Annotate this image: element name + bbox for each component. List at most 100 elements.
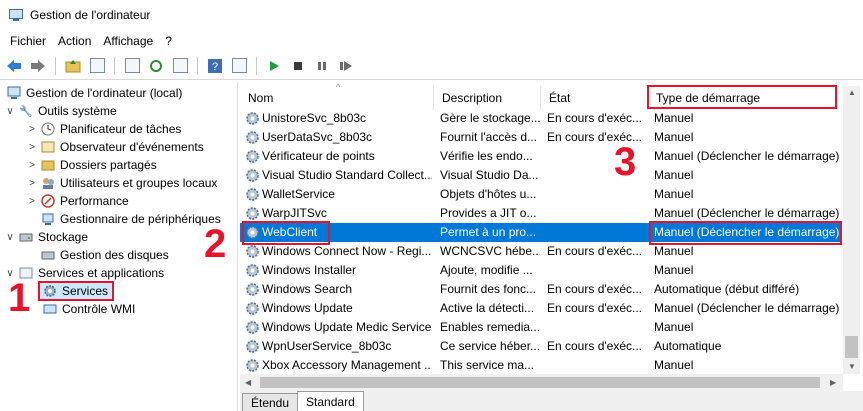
tab-extended[interactable]: Étendu (242, 393, 299, 411)
tree-item-device-manager[interactable]: Gestionnaire de périphériques (38, 210, 221, 228)
tree-item-users-groups[interactable]: > Utilisateurs et groupes locaux (26, 174, 217, 192)
cell-type: Manuel (654, 263, 694, 277)
scroll-left-icon[interactable]: ◀ (245, 378, 251, 387)
table-row[interactable]: WebClient Permet à un pro... Manuel (Décle… (240, 223, 840, 242)
column-label: État (549, 91, 571, 105)
column-label: Type de démarrage (656, 91, 761, 105)
tree-item-task-scheduler[interactable]: > Planificateur de tâches (26, 120, 181, 138)
table-row[interactable]: UserDataSvc_8b03c Fournit l'accès d... En … (240, 128, 840, 147)
play-icon[interactable] (264, 56, 284, 76)
table-row[interactable]: Xbox Accessory Management ... This servic… (240, 356, 840, 375)
cell-description: Objets d'hôtes u... (440, 187, 537, 201)
tree-item-services[interactable]: Services (38, 281, 115, 301)
chevron-right-icon[interactable]: > (26, 124, 38, 135)
cell-type: Manuel (654, 320, 694, 334)
tree-item-event-viewer[interactable]: > Observateur d'événements (26, 138, 204, 156)
table-row[interactable]: Vérificateur de points Vérifie les endo..… (240, 147, 840, 166)
up-folder-icon[interactable] (63, 56, 83, 76)
chevron-right-icon[interactable]: > (26, 196, 38, 207)
chevron-down-icon[interactable]: ∨ (4, 232, 16, 243)
callout-number: 3 (614, 140, 637, 184)
toolbar-separator (114, 56, 115, 75)
tree-item-shared-folders[interactable]: > Dossiers partagés (26, 156, 157, 174)
scroll-right-icon[interactable]: ▶ (830, 378, 836, 387)
cell-description: Ce service héber... (440, 339, 540, 353)
chevron-down-icon[interactable]: ∨ (4, 106, 16, 117)
table-row[interactable]: Windows Connect Now - Regi... WCNCSVC héb… (240, 242, 840, 261)
cell-name: UnistoreSvc_8b03c (262, 111, 367, 125)
forward-arrow-icon[interactable] (28, 56, 48, 76)
table-row[interactable]: Windows Update Active la détecti... En cou… (240, 299, 840, 318)
menu-help[interactable]: ? (159, 34, 178, 48)
menu-fichier[interactable]: Fichier (4, 34, 52, 48)
storage-icon (18, 229, 34, 245)
cell-type: Manuel (654, 244, 694, 258)
table-row[interactable]: Visual Studio Standard Collect... Visual … (240, 166, 840, 185)
tab-label: Standard (306, 394, 355, 409)
refresh-icon[interactable] (146, 56, 166, 76)
performance-icon (40, 193, 56, 209)
cell-type: Manuel (Déclencher le démarrage) (654, 206, 840, 220)
tree-storage[interactable]: ∨ Stockage (4, 228, 88, 246)
table-row[interactable]: Windows Search Fournit des fonc... En cour… (240, 280, 840, 299)
tree-item-wmi[interactable]: Contrôle WMI (40, 300, 135, 318)
chevron-right-icon[interactable]: > (26, 178, 38, 189)
scroll-down-icon[interactable]: ▼ (848, 362, 856, 371)
tree-item-label: Planificateur de tâches (60, 122, 182, 136)
column-header-startup-type[interactable]: Type de démarrage (648, 86, 843, 110)
column-header-name[interactable]: Nom (240, 86, 434, 110)
cell-name: Xbox Accessory Management ... (262, 358, 432, 372)
help-icon[interactable]: ? (205, 56, 225, 76)
tree-root[interactable]: Gestion de l'ordinateur (local) (4, 84, 182, 102)
svg-text:?: ? (212, 61, 218, 73)
table-row[interactable]: UnistoreSvc_8b03c Gère le stockage... En c… (240, 109, 840, 128)
tree-item-label: Contrôle WMI (62, 302, 136, 316)
table-row[interactable]: WpnUserService_8b03c Ce service héber... E… (240, 337, 840, 356)
cell-state: En cours d'exéc... (547, 301, 643, 315)
column-header-description[interactable]: Description (434, 86, 541, 110)
column-header-state[interactable]: État (541, 86, 648, 110)
toolbar-separator (55, 56, 56, 75)
cell-state (547, 356, 647, 375)
stop-icon[interactable] (288, 56, 308, 76)
cell-state (547, 261, 647, 280)
cell-name: Windows Installer (262, 263, 357, 277)
scroll-thumb[interactable] (260, 377, 820, 388)
horizontal-scrollbar[interactable]: ◀ ▶ (240, 374, 843, 391)
properties-icon[interactable] (122, 56, 142, 76)
cell-state: En cours d'exéc... (547, 111, 643, 125)
cell-type: Manuel (654, 168, 694, 182)
restart-icon[interactable] (336, 56, 356, 76)
disk-icon (40, 247, 56, 263)
show-hide-tree-icon[interactable] (87, 56, 107, 76)
tab-standard[interactable]: Standard (297, 391, 364, 411)
tree-item-label: Utilisateurs et groupes locaux (60, 176, 218, 190)
table-row[interactable]: Windows Update Medic Service Enables reme… (240, 318, 840, 337)
wmi-icon (42, 301, 58, 317)
cell-description: Ajoute, modifie ... (440, 263, 533, 277)
table-row[interactable]: WalletService Objets d'hôtes u... Manuel (240, 185, 840, 204)
vertical-scrollbar[interactable]: ▲ ▼ (843, 86, 860, 374)
menu-action[interactable]: Action (52, 34, 97, 48)
tree-item-label: Dossiers partagés (60, 158, 157, 172)
export-list-icon[interactable] (170, 56, 190, 76)
cell-state: En cours d'exéc... (547, 282, 643, 296)
back-arrow-icon[interactable] (4, 56, 24, 76)
table-row[interactable]: Windows Installer Ajoute, modifie ... Manu… (240, 261, 840, 280)
cell-state: En cours d'exéc... (547, 244, 643, 258)
chevron-right-icon[interactable]: > (26, 160, 38, 171)
pause-icon[interactable] (312, 56, 332, 76)
menu-affichage[interactable]: Affichage (97, 34, 159, 48)
action-pane-icon[interactable] (229, 56, 249, 76)
scroll-thumb[interactable] (845, 336, 858, 358)
service-gear-icon (245, 206, 260, 221)
service-gear-icon (245, 244, 260, 259)
chevron-right-icon[interactable]: > (26, 142, 38, 153)
table-row[interactable]: WarpJITSvc Provides a JIT o... Manuel (Déc… (240, 204, 840, 223)
scroll-up-icon[interactable]: ▲ (848, 88, 856, 97)
callout-number: 1 (8, 276, 31, 320)
tree-system-tools[interactable]: ∨ 🔧 Outils système (4, 102, 116, 120)
tree-item-performance[interactable]: > Performance (26, 192, 129, 210)
tree-item-disk-management[interactable]: Gestion des disques (38, 246, 169, 264)
tree-item-label: Observateur d'événements (60, 140, 204, 154)
